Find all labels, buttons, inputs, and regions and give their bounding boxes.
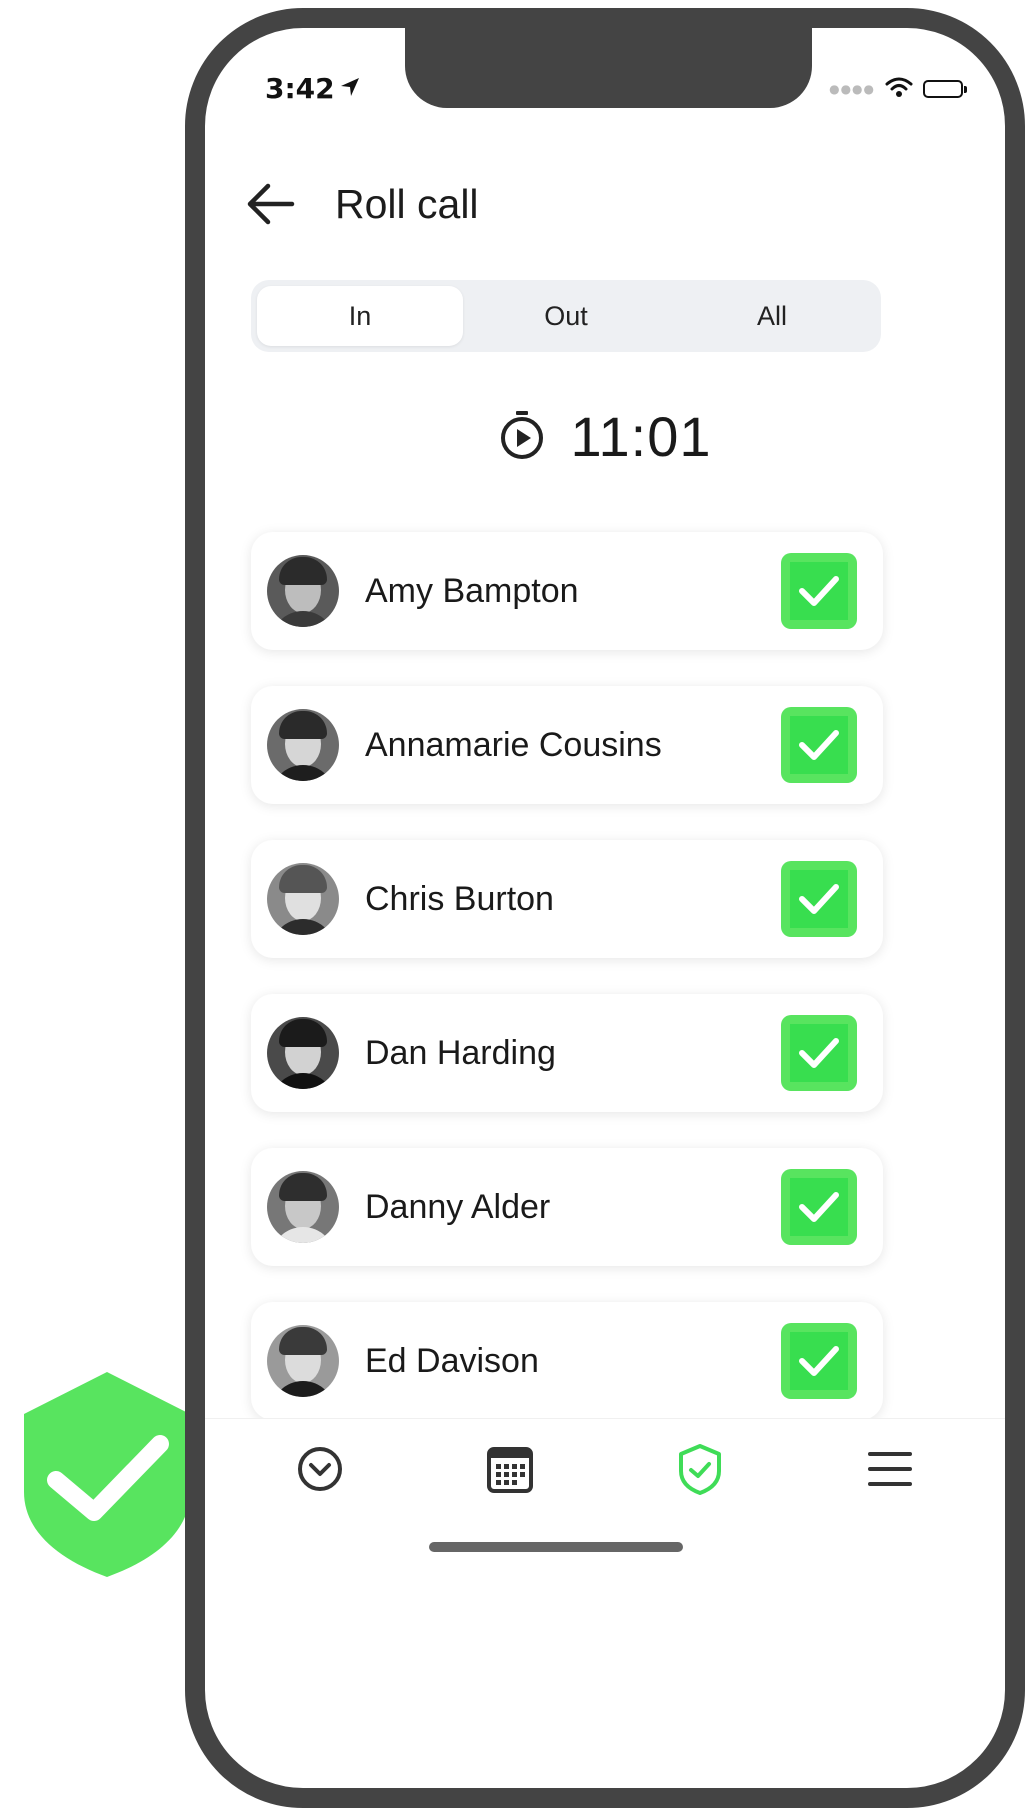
person-name: Amy Bampton bbox=[365, 571, 579, 610]
avatar bbox=[267, 709, 339, 781]
avatar bbox=[267, 863, 339, 935]
attendance-checkbox[interactable] bbox=[781, 1015, 857, 1091]
wifi-icon bbox=[885, 76, 913, 102]
location-arrow-icon bbox=[339, 72, 361, 105]
avatar bbox=[267, 555, 339, 627]
menu-icon bbox=[868, 1451, 912, 1486]
roll-call-list: Amy Bampton Annamarie Cousins Chris Burt… bbox=[251, 532, 883, 1456]
home-indicator[interactable] bbox=[429, 1542, 683, 1552]
attendance-checkbox[interactable] bbox=[781, 1323, 857, 1399]
nav-chevron-button[interactable] bbox=[288, 1437, 352, 1501]
nav-calendar-button[interactable] bbox=[478, 1437, 542, 1501]
tab-in[interactable]: In bbox=[257, 286, 463, 346]
timer-value: 11:01 bbox=[570, 405, 712, 468]
avatar bbox=[267, 1171, 339, 1243]
check-icon bbox=[799, 1038, 839, 1068]
arrow-left-icon bbox=[247, 183, 295, 225]
nav-rollcall-button[interactable] bbox=[668, 1437, 732, 1501]
status-time-text: 3:42 bbox=[265, 72, 335, 105]
status-indicators: ●●●● bbox=[829, 76, 967, 102]
person-name: Dan Harding bbox=[365, 1033, 556, 1072]
list-item: Annamarie Cousins bbox=[251, 686, 883, 804]
list-item: Amy Bampton bbox=[251, 532, 883, 650]
check-icon bbox=[799, 884, 839, 914]
avatar bbox=[267, 1017, 339, 1089]
chevron-circle-icon bbox=[298, 1446, 342, 1491]
check-icon bbox=[799, 1192, 839, 1222]
check-icon bbox=[799, 576, 839, 606]
shield-check-icon bbox=[679, 1443, 721, 1495]
list-item: Danny Alder bbox=[251, 1148, 883, 1266]
person-name: Ed Davison bbox=[365, 1341, 539, 1380]
timer: 11:01 bbox=[205, 404, 1005, 469]
list-item: Dan Harding bbox=[251, 994, 883, 1112]
back-button[interactable] bbox=[241, 174, 301, 234]
battery-icon bbox=[923, 80, 967, 98]
tab-out[interactable]: Out bbox=[463, 286, 669, 346]
tab-all[interactable]: All bbox=[669, 286, 875, 346]
nav-menu-button[interactable] bbox=[858, 1437, 922, 1501]
calendar-icon bbox=[487, 1446, 533, 1493]
stopwatch-icon bbox=[499, 410, 545, 464]
check-icon bbox=[799, 1346, 839, 1376]
signal-icon: ●●●● bbox=[829, 82, 875, 96]
page-title: Roll call bbox=[335, 180, 479, 227]
bottom-navigation bbox=[205, 1418, 1005, 1518]
attendance-checkbox[interactable] bbox=[781, 707, 857, 783]
notch bbox=[405, 28, 812, 108]
header: Roll call bbox=[241, 164, 479, 244]
person-name: Annamarie Cousins bbox=[365, 725, 662, 764]
attendance-checkbox[interactable] bbox=[781, 1169, 857, 1245]
person-name: Chris Burton bbox=[365, 879, 554, 918]
list-item: Ed Davison bbox=[251, 1302, 883, 1420]
check-icon bbox=[799, 730, 839, 760]
person-name: Danny Alder bbox=[365, 1187, 551, 1226]
status-time: 3:42 bbox=[265, 72, 361, 105]
filter-tabs: In Out All bbox=[251, 280, 881, 352]
attendance-checkbox[interactable] bbox=[781, 861, 857, 937]
avatar bbox=[267, 1325, 339, 1397]
phone-frame: 3:42 ●●●● Roll call In Out All 11:01 Amy… bbox=[185, 8, 1025, 1808]
list-item: Chris Burton bbox=[251, 840, 883, 958]
attendance-checkbox[interactable] bbox=[781, 553, 857, 629]
shield-check-badge-icon bbox=[24, 1372, 190, 1577]
